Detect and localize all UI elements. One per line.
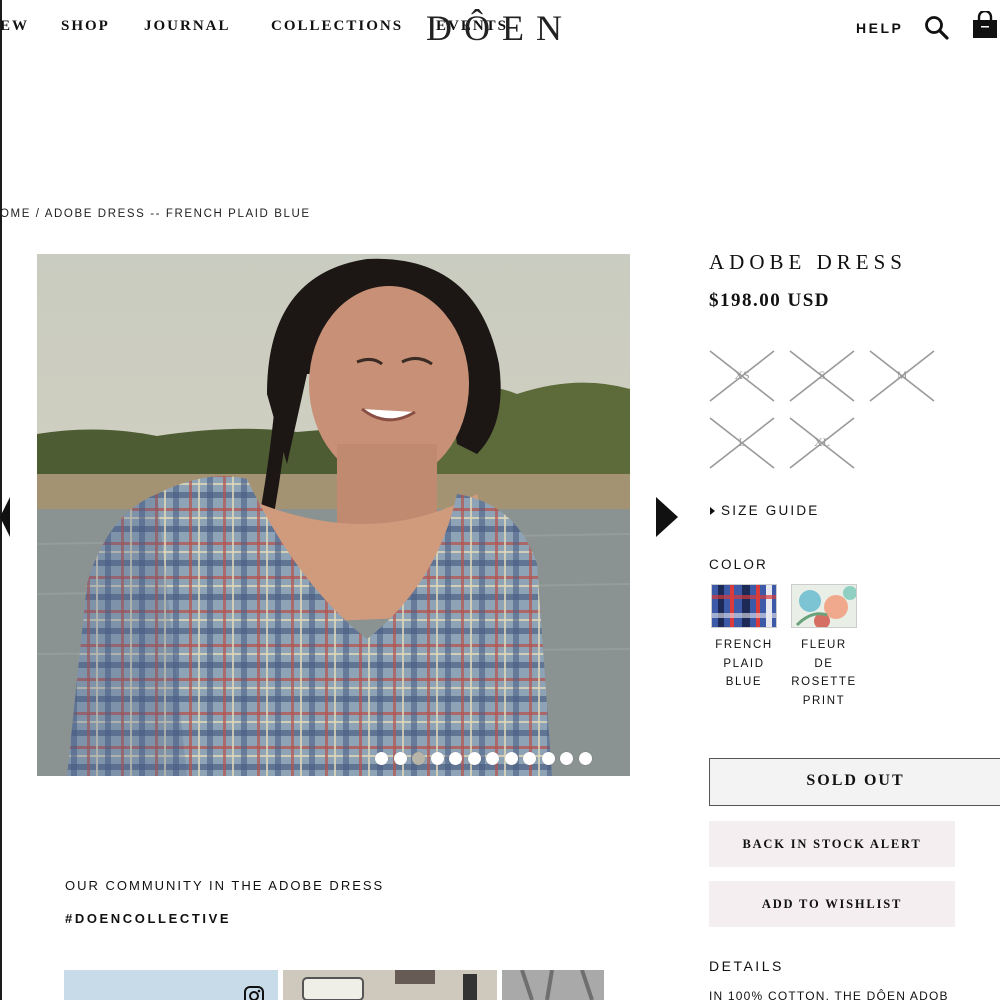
- color-label-line: FLEUR: [801, 639, 847, 651]
- gallery-dot[interactable]: [412, 752, 425, 765]
- caret-right-icon: [710, 507, 715, 516]
- community-heading: OUR COMMUNITY IN THE ADOBE DRESS: [65, 878, 385, 893]
- gallery-dot[interactable]: [560, 752, 573, 765]
- size-option-s[interactable]: S: [789, 350, 855, 402]
- color-label-line: DE: [814, 657, 834, 670]
- gallery-dot[interactable]: [430, 752, 444, 765]
- search-icon[interactable]: [924, 15, 950, 46]
- color-label-line: FRENCH: [715, 639, 773, 651]
- size-option-label: S: [818, 368, 826, 382]
- help-link[interactable]: HELP: [856, 20, 903, 36]
- size-option-m[interactable]: M: [869, 350, 935, 402]
- nav-link-journal[interactable]: JOURNAL: [144, 18, 231, 35]
- gallery-dot[interactable]: [504, 752, 518, 765]
- add-to-wishlist-button[interactable]: ADD TO WISHLIST: [709, 881, 955, 927]
- sold-out-button[interactable]: SOLD OUT: [709, 758, 1000, 806]
- product-photo: [37, 254, 630, 776]
- size-option-label: XS: [734, 368, 750, 382]
- next-arrow-icon[interactable]: [656, 497, 678, 542]
- color-label-line: ROSETTE: [791, 676, 857, 688]
- gallery-dot[interactable]: [467, 752, 481, 765]
- nav-link-new[interactable]: EW: [0, 18, 29, 35]
- product-price: $198.00 USD: [709, 290, 831, 311]
- gallery-pagination: [375, 752, 592, 765]
- gallery-dot[interactable]: [375, 752, 388, 765]
- size-option-l[interactable]: L: [709, 417, 775, 469]
- nav-link-collections[interactable]: COLLECTIONS: [271, 18, 403, 35]
- product-title: ADOBE DRESS: [709, 250, 907, 274]
- nav-link-shop[interactable]: SHOP: [61, 18, 110, 35]
- color-label-line: PRINT: [802, 694, 846, 707]
- gallery-dot[interactable]: [486, 752, 499, 765]
- previous-arrow-icon[interactable]: [0, 497, 10, 542]
- size-guide-label: SIZE GUIDE: [721, 503, 820, 518]
- shopping-bag-icon[interactable]: [971, 9, 999, 46]
- swatch-french-plaid-blue[interactable]: [711, 584, 777, 628]
- community-photo[interactable]: [283, 970, 497, 1000]
- size-guide-link[interactable]: SIZE GUIDE: [709, 503, 820, 518]
- brand-logo[interactable]: DÔEN: [426, 6, 574, 50]
- gallery-dot[interactable]: [449, 752, 462, 765]
- size-option-label: L: [738, 435, 746, 449]
- community-photo[interactable]: [502, 970, 604, 1000]
- gallery-dot[interactable]: [541, 752, 555, 765]
- color-heading: COLOR: [709, 557, 769, 572]
- instagram-icon: [244, 986, 264, 1000]
- color-label-line: PLAID: [723, 657, 765, 670]
- community-hashtag[interactable]: #DOENCOLLECTIVE: [65, 911, 231, 926]
- gallery-dot[interactable]: [578, 752, 592, 765]
- size-option-label: XL: [814, 435, 830, 449]
- gallery-dot[interactable]: [523, 752, 536, 765]
- back-in-stock-alert-button[interactable]: BACK IN STOCK ALERT: [709, 821, 955, 867]
- color-label-fleur-de-rosette-print[interactable]: FLEUR DE ROSETTE PRINT: [779, 636, 869, 710]
- swatch-fleur-de-rosette-print[interactable]: [791, 584, 857, 628]
- gallery-dot[interactable]: [393, 752, 407, 765]
- size-option-label: M: [896, 368, 908, 382]
- details-text: IN 100% COTTON. THE DÔEN ADOB: [709, 989, 949, 1003]
- size-option-xl[interactable]: XL: [789, 417, 855, 469]
- color-label-line: BLUE: [725, 676, 763, 688]
- color-label-french-plaid-blue[interactable]: FRENCH PLAID BLUE: [699, 636, 789, 692]
- size-option-xs[interactable]: XS: [709, 350, 775, 402]
- details-heading: DETAILS: [709, 958, 784, 974]
- community-photo[interactable]: [64, 970, 278, 1000]
- breadcrumb[interactable]: OME / ADOBE DRESS -- FRENCH PLAID BLUE: [0, 208, 311, 220]
